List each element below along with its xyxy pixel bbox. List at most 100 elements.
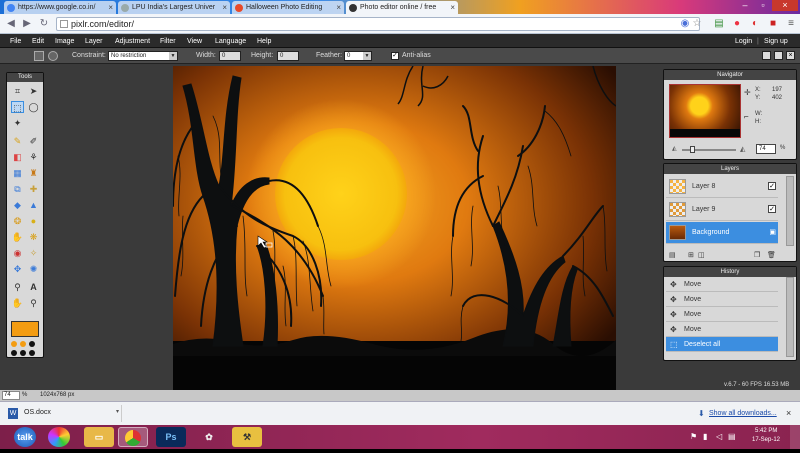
- clock-date[interactable]: 17-Sep-12: [752, 437, 780, 443]
- selection-rect-icon[interactable]: [34, 51, 44, 61]
- history-item[interactable]: ✥ Move: [666, 307, 778, 322]
- wrench-menu-icon[interactable]: ≡: [784, 17, 798, 31]
- status-zoom-input[interactable]: 74: [2, 391, 20, 400]
- explorer-icon[interactable]: ▭: [84, 427, 114, 447]
- tab-google[interactable]: https://www.google.co.in/ ×: [4, 1, 116, 14]
- close-icon[interactable]: ×: [786, 51, 795, 60]
- zoom-input[interactable]: 74: [756, 144, 776, 154]
- back-arrow-icon[interactable]: ◀: [4, 17, 18, 31]
- extension-icon[interactable]: ▤: [712, 17, 726, 31]
- drawing-icon[interactable]: ✺: [27, 263, 40, 275]
- brush-icon[interactable]: ✐: [27, 135, 40, 147]
- eyedropper-icon[interactable]: ⚲: [11, 281, 24, 293]
- menu-image[interactable]: Image: [55, 38, 74, 45]
- navigator-thumbnail[interactable]: [669, 84, 741, 138]
- menu-adjustment[interactable]: Adjustment: [115, 38, 150, 45]
- zoom-in-icon[interactable]: ◭: [740, 145, 745, 153]
- bookmark-star-icon[interactable]: ☆: [690, 17, 704, 31]
- foreground-color-swatch[interactable]: [11, 321, 39, 337]
- menu-help[interactable]: Help: [257, 38, 271, 45]
- width-input[interactable]: 0: [219, 51, 241, 61]
- history-scrollbar[interactable]: [786, 277, 794, 357]
- history-item-selected[interactable]: ⬚ Deselect all: [666, 337, 778, 352]
- menu-edit[interactable]: Edit: [32, 38, 44, 45]
- layer-visibility-checkbox[interactable]: ✓: [768, 182, 776, 190]
- panel-layout-icon[interactable]: [762, 51, 771, 60]
- menu-view[interactable]: View: [187, 38, 202, 45]
- swatch-black[interactable]: [29, 341, 35, 347]
- chevron-down-icon[interactable]: ▾: [116, 408, 119, 415]
- feather-input[interactable]: 0 ▼: [344, 51, 372, 61]
- zoom-icon[interactable]: ⚲: [27, 297, 40, 309]
- clone-stamp-icon[interactable]: ⧉: [11, 183, 24, 195]
- close-tab-icon[interactable]: ×: [108, 3, 113, 12]
- login-link[interactable]: Login: [735, 38, 752, 45]
- zoom-slider-handle[interactable]: [690, 146, 695, 153]
- forward-arrow-icon[interactable]: ▶: [20, 17, 34, 31]
- keyboard-icon[interactable]: ▤: [728, 432, 736, 441]
- close-icon[interactable]: ×: [786, 408, 791, 418]
- gradient-icon[interactable]: ▦: [11, 167, 24, 179]
- zoom-out-icon[interactable]: ◭: [672, 145, 677, 152]
- menu-file[interactable]: File: [10, 38, 21, 45]
- close-tab-icon[interactable]: ×: [336, 3, 341, 12]
- menu-layer[interactable]: Layer: [85, 38, 103, 45]
- volume-icon[interactable]: ◁: [716, 432, 722, 441]
- layer-mask-icon[interactable]: ◫: [698, 251, 705, 259]
- red-eye-icon[interactable]: ◉: [11, 247, 24, 259]
- pencil-icon[interactable]: ✎: [11, 135, 24, 147]
- sharpen-icon[interactable]: ▲: [27, 199, 40, 211]
- menu-filter[interactable]: Filter: [160, 38, 176, 45]
- layer-visibility-checkbox[interactable]: ✓: [768, 205, 776, 213]
- lasso-icon[interactable]: ◯: [27, 101, 40, 113]
- layer-row-layer-9[interactable]: Layer 9 ✓: [666, 199, 778, 221]
- clock-time[interactable]: 5:42 PM: [755, 428, 777, 434]
- extension-stop-icon[interactable]: ■: [766, 17, 780, 31]
- swatch-orange[interactable]: [11, 341, 17, 347]
- pinch-icon[interactable]: ✧: [27, 247, 40, 259]
- layer-row-background[interactable]: Background ▣: [666, 222, 778, 244]
- dodge-icon[interactable]: ●: [27, 215, 40, 227]
- bloat-icon[interactable]: ❋: [27, 231, 40, 243]
- swatch-orange[interactable]: [20, 341, 26, 347]
- swatch-black[interactable]: [20, 350, 26, 356]
- hand-icon[interactable]: ✋: [11, 297, 24, 309]
- flag-icon[interactable]: ⚑: [690, 432, 697, 441]
- layers-scrollbar[interactable]: [786, 176, 794, 246]
- delete-layer-icon[interactable]: 🗑: [767, 251, 776, 259]
- close-window-icon[interactable]: ×: [772, 0, 798, 11]
- image-canvas[interactable]: [173, 66, 616, 391]
- tab-pixlr[interactable]: Photo editor online / free ×: [346, 1, 458, 14]
- antialias-checkbox[interactable]: ✓: [391, 52, 399, 60]
- extension-opera-icon[interactable]: ◐: [748, 17, 762, 31]
- tab-halloween[interactable]: Halloween Photo Editing ×: [232, 1, 344, 14]
- swatch-black[interactable]: [29, 350, 35, 356]
- color-picker-icon[interactable]: ✥: [11, 263, 24, 275]
- sponge-icon[interactable]: ❂: [11, 215, 24, 227]
- download-item[interactable]: W OS.docx ▾: [4, 405, 122, 422]
- swatch-black[interactable]: [11, 350, 17, 356]
- tools-icon[interactable]: ⚒: [232, 427, 262, 447]
- show-desktop-button[interactable]: [790, 425, 800, 449]
- crop-icon[interactable]: ⌗: [11, 85, 24, 97]
- tab-lpu[interactable]: LPU India's Largest Univer ×: [118, 1, 230, 14]
- type-icon[interactable]: A: [27, 281, 40, 293]
- close-tab-icon[interactable]: ×: [222, 3, 227, 12]
- spot-heal-icon[interactable]: ✚: [27, 183, 40, 195]
- burn-icon[interactable]: ✋: [11, 231, 24, 243]
- drop-icon[interactable]: ◆: [11, 199, 24, 211]
- close-tab-icon[interactable]: ×: [450, 3, 455, 12]
- photoshop-icon[interactable]: Ps: [156, 427, 186, 447]
- show-all-downloads-link[interactable]: Show all downloads...: [709, 410, 777, 417]
- height-input[interactable]: 0: [277, 51, 299, 61]
- marquee-icon[interactable]: ⬚: [11, 101, 24, 113]
- network-icon[interactable]: ▮: [703, 432, 707, 441]
- zoom-slider[interactable]: [682, 146, 736, 153]
- menu-language[interactable]: Language: [215, 38, 246, 45]
- history-item[interactable]: ✥ Move: [666, 292, 778, 307]
- layer-row-layer-8[interactable]: Layer 8 ✓: [666, 176, 778, 198]
- new-layer-icon[interactable]: ❐: [754, 251, 760, 259]
- move-icon[interactable]: ➤: [27, 85, 40, 97]
- chrome-icon[interactable]: [118, 427, 148, 447]
- color-replace-icon[interactable]: ⚘: [27, 151, 40, 163]
